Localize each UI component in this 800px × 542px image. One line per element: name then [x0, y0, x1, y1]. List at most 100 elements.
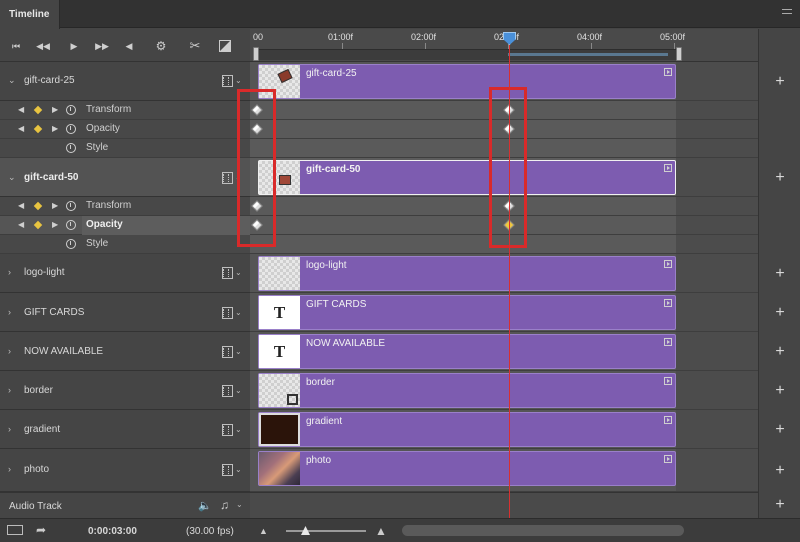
expand-chevron-icon[interactable]: › [8, 346, 11, 356]
clip-end-arrow-icon[interactable] [664, 260, 672, 268]
chevron-down-icon[interactable]: ⌄ [235, 308, 242, 317]
zoom-in-icon[interactable]: ▲ [375, 524, 387, 538]
clip-end-arrow-icon[interactable] [664, 455, 672, 463]
film-strip-icon[interactable] [222, 346, 233, 358]
chevron-down-icon[interactable]: ⌄ [235, 425, 242, 434]
keyframe-icon[interactable] [33, 105, 43, 115]
settings-gear-icon[interactable]: ⚙ [154, 40, 168, 52]
plus-icon[interactable]: + [759, 343, 800, 361]
film-strip-icon[interactable] [222, 267, 233, 279]
next-keyframe-icon[interactable]: ▶ [52, 220, 58, 229]
next-frame-icon[interactable]: ▶▶ [95, 40, 109, 52]
stopwatch-icon[interactable] [66, 201, 76, 211]
stopwatch-icon[interactable] [66, 143, 76, 153]
horizontal-scrollbar[interactable] [402, 525, 684, 536]
layer-row-logo-light[interactable]: › logo-light ⌄ [0, 254, 250, 293]
clip-photo[interactable]: photo [258, 451, 676, 486]
chevron-down-icon[interactable]: ⌄ [235, 76, 242, 85]
chevron-down-icon[interactable]: ⌄ [235, 268, 242, 277]
plus-icon[interactable]: + [759, 496, 800, 514]
layer-row-photo[interactable]: › photo ⌄ [0, 449, 250, 492]
plus-icon[interactable]: + [759, 73, 800, 91]
clip-gift-cards[interactable]: T GIFT CARDS [258, 295, 676, 330]
layer-row-border[interactable]: › border ⌄ [0, 371, 250, 410]
transition-icon[interactable] [218, 40, 232, 52]
prev-keyframe-icon[interactable]: ◀ [18, 220, 24, 229]
layer-name: border [24, 385, 53, 396]
film-strip-icon[interactable] [222, 464, 233, 476]
expand-chevron-icon[interactable]: › [8, 307, 11, 317]
plus-icon[interactable]: + [759, 169, 800, 187]
plus-icon[interactable]: + [759, 265, 800, 283]
clip-end-arrow-icon[interactable] [664, 416, 672, 424]
clip-gift-card-50[interactable]: gift-card-50 [258, 160, 676, 195]
prev-keyframe-icon[interactable]: ◀ [18, 124, 24, 133]
timeline-tab[interactable]: Timeline [0, 0, 60, 29]
timeline-area[interactable]: 00 01:00f 02:00f 02:00f 04:00f 05:00f gi [237, 29, 758, 518]
zoom-slider-track[interactable] [286, 530, 366, 532]
stopwatch-icon[interactable] [66, 220, 76, 230]
collapse-chevron-icon[interactable]: ⌄ [8, 75, 16, 86]
plus-icon[interactable]: + [759, 382, 800, 400]
next-keyframe-icon[interactable]: ▶ [52, 201, 58, 210]
render-icon[interactable] [7, 525, 23, 535]
speaker-icon[interactable]: 🔈 [198, 499, 212, 512]
expand-chevron-icon[interactable]: › [8, 267, 11, 277]
film-strip-icon[interactable] [222, 424, 233, 436]
zoom-out-icon[interactable]: ▲ [259, 526, 268, 536]
split-scissors-icon[interactable]: ✂ [188, 39, 202, 52]
clip-end-arrow-icon[interactable] [664, 68, 672, 76]
clip-logo-light[interactable]: logo-light [258, 256, 676, 291]
plus-icon[interactable]: + [759, 421, 800, 439]
clip-gradient[interactable]: gradient [258, 412, 676, 447]
work-area-start-handle[interactable] [253, 47, 259, 61]
clip-end-arrow-icon[interactable] [664, 377, 672, 385]
chevron-down-icon[interactable]: ⌄ [236, 500, 243, 509]
audio-mute-icon[interactable]: ◀ [122, 40, 136, 52]
keyframe-icon[interactable] [33, 124, 43, 134]
plus-icon[interactable]: + [759, 462, 800, 480]
current-timecode[interactable]: 0:00:03:00 [88, 526, 137, 537]
film-strip-icon[interactable] [222, 307, 233, 319]
chevron-down-icon[interactable]: ⌄ [235, 386, 242, 395]
expand-chevron-icon[interactable]: › [8, 424, 11, 434]
chevron-down-icon[interactable]: ⌄ [235, 465, 242, 474]
panel-menu-icon[interactable] [782, 9, 792, 18]
previous-frame-icon[interactable]: ◀◀ [36, 40, 50, 52]
expand-chevron-icon[interactable]: › [8, 464, 11, 474]
prev-keyframe-icon[interactable]: ◀ [18, 105, 24, 114]
layer-row-now-available[interactable]: › NOW AVAILABLE ⌄ [0, 332, 250, 371]
go-to-first-frame-icon[interactable]: ⏮ [9, 40, 23, 52]
clip-now-available[interactable]: T NOW AVAILABLE [258, 334, 676, 369]
film-strip-icon[interactable] [222, 172, 233, 184]
clip-end-arrow-icon[interactable] [664, 299, 672, 307]
next-keyframe-icon[interactable]: ▶ [52, 124, 58, 133]
layer-row-gift-card-50[interactable]: ⌄ gift-card-50 ⌄ [0, 158, 250, 197]
chevron-down-icon[interactable]: ⌄ [235, 347, 242, 356]
collapse-chevron-icon[interactable]: ⌄ [8, 172, 16, 183]
audio-track-label: Audio Track [9, 501, 62, 512]
stopwatch-icon[interactable] [66, 105, 76, 115]
clip-end-arrow-icon[interactable] [664, 338, 672, 346]
expand-chevron-icon[interactable]: › [8, 385, 11, 395]
layer-row-gradient[interactable]: › gradient ⌄ [0, 410, 250, 449]
convert-icon[interactable]: ➦ [36, 523, 46, 537]
film-strip-icon[interactable] [222, 75, 233, 87]
next-keyframe-icon[interactable]: ▶ [52, 105, 58, 114]
plus-icon[interactable]: + [759, 304, 800, 322]
clip-border[interactable]: border [258, 373, 676, 408]
film-strip-icon[interactable] [222, 385, 233, 397]
clip-gift-card-25[interactable]: gift-card-25 [258, 64, 676, 99]
keyframe-icon[interactable] [33, 220, 43, 230]
stopwatch-icon[interactable] [66, 239, 76, 249]
work-area-end-handle[interactable] [676, 47, 682, 61]
property-row-opacity: ◀ ▶ Opacity [0, 120, 250, 139]
layer-row-gift-card-25[interactable]: ⌄ gift-card-25 ⌄ [0, 62, 250, 101]
prev-keyframe-icon[interactable]: ◀ [18, 201, 24, 210]
stopwatch-icon[interactable] [66, 124, 76, 134]
play-icon[interactable]: ▶ [67, 40, 81, 52]
music-note-icon[interactable]: ♫ [220, 498, 229, 512]
clip-end-arrow-icon[interactable] [664, 164, 672, 172]
keyframe-icon[interactable] [33, 201, 43, 211]
layer-row-gift-cards[interactable]: › GIFT CARDS ⌄ [0, 293, 250, 332]
